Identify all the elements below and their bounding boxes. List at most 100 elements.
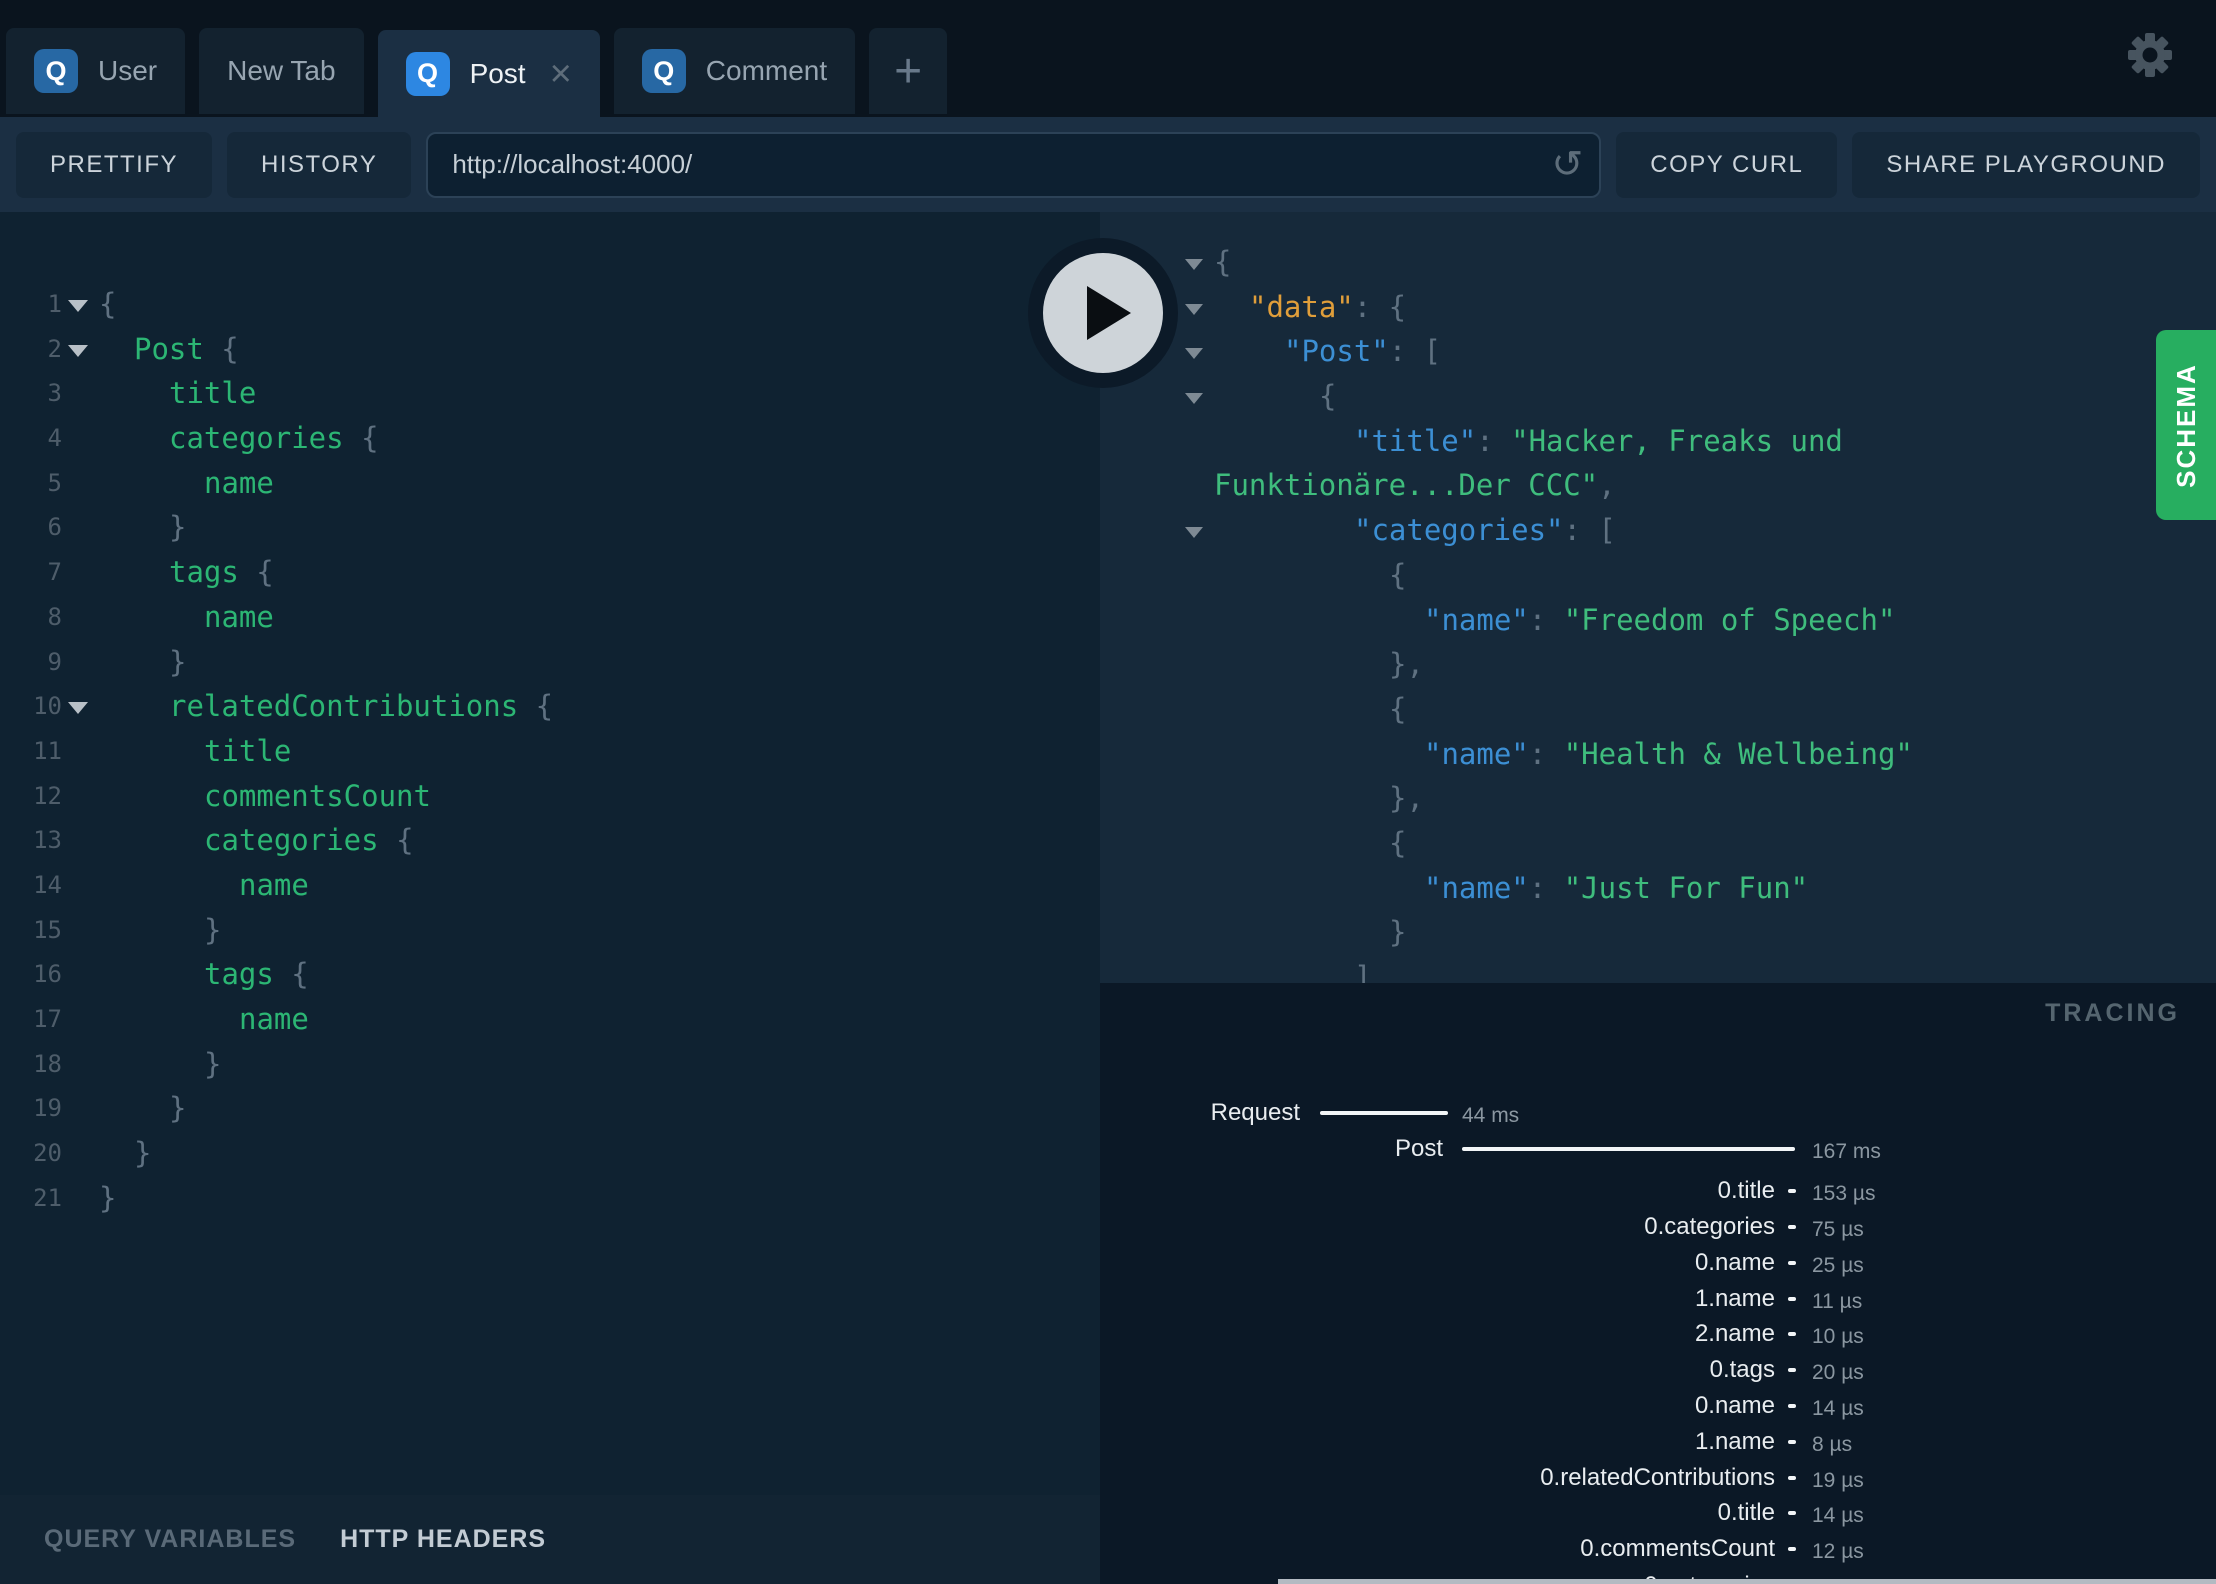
line-number: 19 [33, 1094, 62, 1123]
tracing-row-label: 0.name [1694, 1249, 1775, 1276]
code-token: } [169, 1091, 187, 1126]
fold-arrow-icon[interactable] [1185, 393, 1203, 405]
new-tab-button[interactable]: + [869, 28, 948, 114]
fold-arrow-icon[interactable] [1185, 527, 1203, 539]
fold-arrow-icon[interactable] [68, 344, 88, 357]
left-pane: 1{2 Post {3 title 4 categories {5 name 6} 7 tags… [0, 212, 1100, 1584]
tracing-row-label: 0.categories [1644, 1213, 1775, 1240]
query-line: 19} [0, 1086, 1100, 1131]
code-token: : { [1353, 289, 1407, 324]
fold-arrow-icon[interactable] [1185, 303, 1203, 315]
tracing-row-time: 8 µs [1812, 1433, 1853, 1456]
http-headers-tab[interactable]: HTTP HEADERS [340, 1525, 546, 1554]
response-line: Funktionäre...Der CCC", [1100, 463, 2216, 508]
code-token: }, [1389, 781, 1424, 816]
tracing-duration-bar [1788, 1368, 1796, 1372]
query-line: 4 categories { [0, 416, 1100, 461]
code-token: "Freedom of Speech" [1563, 602, 1896, 637]
tracing-row-time: 14 µs [1812, 1504, 1864, 1527]
query-line: 1{ [0, 282, 1100, 327]
query-line-code: categories { [204, 818, 414, 863]
tab-bar: Q User New Tab Q Post × Q Comment + [0, 0, 2216, 117]
tab-comment[interactable]: Q Comment [613, 28, 856, 114]
code-token: "data" [1249, 289, 1354, 324]
query-variables-tab[interactable]: QUERY VARIABLES [44, 1525, 296, 1554]
tracing-duration-bar [1788, 1225, 1796, 1229]
code-token: "name" [1424, 736, 1529, 771]
fold-arrow-icon[interactable] [1185, 348, 1203, 360]
code-token: , [1598, 468, 1616, 503]
response-line-code: "Post": [ [1284, 329, 1441, 374]
tracing-duration-bar [1788, 1189, 1796, 1193]
response-line-code: "name": "Just For Fun" [1424, 866, 1808, 911]
tracing-row-time: 167 ms [1812, 1140, 1881, 1163]
response-line-code: { [1389, 821, 1406, 866]
response-line: { [1100, 374, 2216, 419]
query-line-code: title [169, 371, 256, 416]
code-token: name [239, 867, 309, 902]
response-line-code: "name": "Freedom of Speech" [1424, 598, 1895, 643]
copy-curl-button[interactable]: COPY CURL [1616, 131, 1838, 198]
tab-user[interactable]: Q User [6, 28, 186, 114]
code-token: tags [169, 555, 239, 590]
schema-tab-button[interactable]: SCHEMA [2156, 330, 2216, 520]
response-line: "Post": [ [1100, 329, 2216, 374]
query-line: 3 title [0, 371, 1100, 416]
response-line-code: "categories": [ [1354, 508, 1616, 553]
gear-icon [2128, 33, 2172, 77]
tab-new-tab[interactable]: New Tab [199, 28, 364, 114]
code-token: { [238, 555, 274, 590]
tracing-scrollbar[interactable] [1278, 1579, 2216, 1584]
query-lines: 1{2 Post {3 title 4 categories {5 name 6} 7 tags… [0, 282, 1100, 1220]
fold-arrow-icon[interactable] [1185, 259, 1203, 270]
response-line: { [1100, 687, 2216, 732]
reload-icon[interactable]: ↺ [1551, 146, 1583, 184]
endpoint-url-input[interactable]: http://localhost:4000/ ↺ [426, 131, 1602, 198]
code-token: "Hacker, Freaks und [1511, 423, 1843, 458]
line-number: 12 [33, 781, 62, 810]
code-token: { [1214, 245, 1232, 279]
tracing-row-time: 44 ms [1462, 1104, 1520, 1127]
query-line: 5 name [0, 461, 1100, 506]
query-editor[interactable]: 1{2 Post {3 title 4 categories {5 name 6} 7 tags… [0, 212, 1100, 1495]
code-token: } [99, 1180, 117, 1215]
line-number: 15 [33, 915, 62, 944]
line-number: 3 [47, 379, 62, 408]
settings-button[interactable] [2122, 28, 2178, 84]
query-line-code: relatedContributions { [169, 684, 553, 729]
query-line-code: { [99, 282, 116, 327]
fold-arrow-icon[interactable] [68, 702, 88, 715]
tracing-row-label: 2.name [1694, 1320, 1775, 1347]
code-token: "name" [1424, 870, 1529, 905]
code-token: : [1476, 423, 1512, 458]
code-token: { [518, 689, 554, 724]
response-line-code: } [1389, 910, 1406, 955]
query-line-code: } [169, 505, 186, 550]
fold-arrow-icon[interactable] [68, 300, 88, 312]
editor-bottom-bar: QUERY VARIABLES HTTP HEADERS [0, 1495, 1100, 1584]
code-token: "Health & Wellbeing" [1563, 736, 1913, 771]
tracing-duration-bar [1788, 1511, 1796, 1515]
code-token: { [378, 823, 414, 858]
query-line: 13 categories { [0, 818, 1100, 863]
tab-post[interactable]: Q Post × [377, 30, 600, 117]
query-line-code: name [239, 863, 309, 908]
code-token: title [169, 376, 257, 411]
response-line-code: { [1319, 374, 1336, 419]
prettify-button[interactable]: PRETTIFY [16, 131, 213, 198]
code-token: relatedContributions [169, 689, 519, 724]
execute-button[interactable] [1028, 238, 1178, 388]
response-line: ] [1100, 955, 2216, 983]
code-token: } [1389, 915, 1407, 950]
history-button[interactable]: HISTORY [227, 131, 412, 198]
share-playground-button[interactable]: SHARE PLAYGROUND [1852, 131, 2200, 198]
close-tab-icon[interactable]: × [550, 55, 572, 93]
query-line-code: title [204, 729, 291, 774]
tab-label: Post [469, 57, 526, 89]
response-line: "data": { [1100, 285, 2216, 330]
code-token: Post [134, 331, 204, 366]
line-number: 10 [33, 692, 62, 721]
code-token: { [1389, 557, 1407, 592]
response-line: "name": "Health & Wellbeing" [1100, 732, 2216, 777]
code-token: } [204, 1046, 222, 1081]
